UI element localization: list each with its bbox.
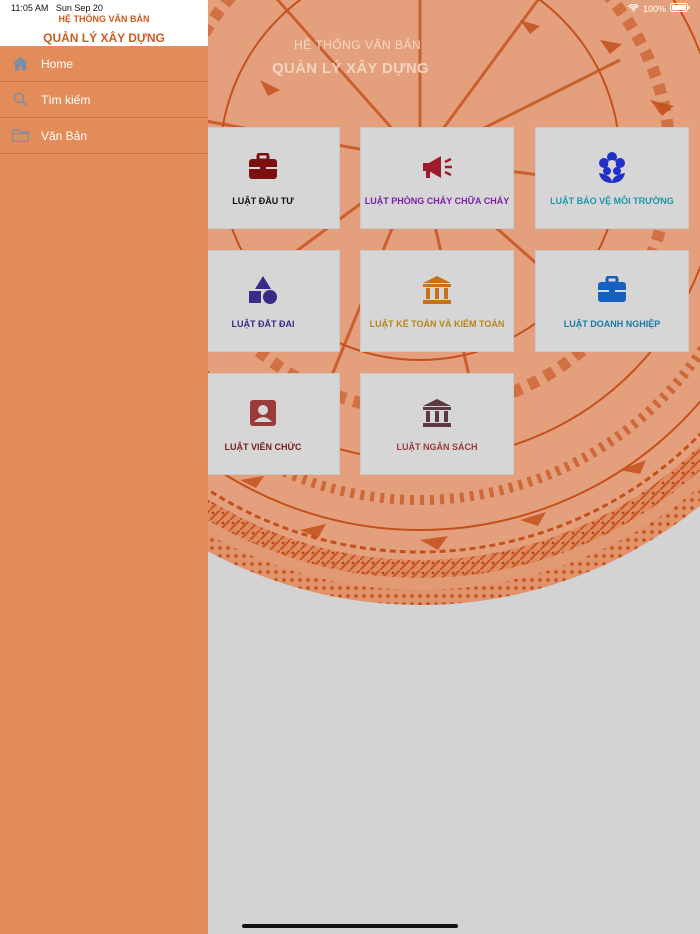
battery-icon	[670, 3, 690, 14]
drawer-subtitle: HỆ THỐNG VĂN BẢN	[58, 14, 150, 24]
tile-label: LUẬT VIÊN CHỨC	[224, 442, 302, 452]
menu-item-label: Home	[41, 56, 74, 71]
main-subtitle: HỆ THỐNG VĂN BẢN	[294, 38, 422, 52]
tile-label: LUẬT DOANH NGHIỆP	[563, 319, 661, 329]
search-icon	[11, 91, 29, 109]
status-bar-time: 11:05 AM Sun Sep 20	[11, 3, 103, 13]
bank-icon	[420, 396, 454, 430]
tile-luat-phong-chay[interactable]: LUẬT PHÒNG CHÁY CHỮA CHÁY	[360, 127, 514, 229]
briefcase-icon	[595, 273, 629, 307]
tile-luat-ke-toan[interactable]: LUẬT KẾ TOÁN VÀ KIỂM TOÁN	[360, 250, 514, 352]
battery-percent: 100%	[642, 3, 666, 14]
folder-icon	[11, 127, 29, 145]
status-bar-right: 100%	[628, 3, 690, 14]
briefcase-icon	[246, 150, 280, 184]
menu-item-home[interactable]: Home	[0, 46, 208, 82]
home-indicator[interactable]	[242, 924, 458, 928]
main-title: QUẢN LÝ XÂY DỰNG	[272, 60, 429, 77]
drawer-header: 11:05 AM Sun Sep 20 HỆ THỐNG VĂN BẢN QUẢ…	[0, 0, 208, 46]
tile-luat-dat-dai[interactable]: LUẬT ĐẤT ĐAI	[186, 250, 340, 352]
tile-label: LUẬT ĐẤT ĐAI	[231, 319, 295, 329]
menu-item-van-ban[interactable]: Văn Bản	[0, 118, 208, 154]
menu-item-search[interactable]: Tìm kiếm	[0, 82, 208, 118]
side-drawer: 11:05 AM Sun Sep 20 HỆ THỐNG VĂN BẢN QUẢ…	[0, 0, 208, 934]
tile-label: LUẬT ĐẦU TƯ	[232, 196, 294, 206]
tile-label: LUẬT PHÒNG CHÁY CHỮA CHÁY	[364, 196, 510, 206]
shapes-icon	[246, 273, 280, 307]
flower-icon	[595, 150, 629, 184]
wifi-icon	[628, 3, 639, 14]
tile-label: LUẬT KẾ TOÁN VÀ KIỂM TOÁN	[369, 319, 505, 329]
megaphone-icon	[420, 150, 454, 184]
tile-label: LUẬT BẢO VỆ MÔI TRƯỜNG	[550, 196, 674, 206]
drawer-title: QUẢN LÝ XÂY DỰNG	[43, 31, 165, 45]
tile-luat-bao-ve-moi-truong[interactable]: LUẬT BẢO VỆ MÔI TRƯỜNG	[535, 127, 689, 229]
tile-luat-doanh-nghiep[interactable]: LUẬT DOANH NGHIỆP	[535, 250, 689, 352]
tile-luat-vien-chuc[interactable]: LUẬT VIÊN CHỨC	[186, 373, 340, 475]
home-icon	[11, 55, 29, 73]
menu-item-label: Tìm kiếm	[41, 92, 91, 107]
tile-luat-dau-tu[interactable]: LUẬT ĐẦU TƯ	[186, 127, 340, 229]
tile-luat-ngan-sach[interactable]: LUẬT NGÂN SÁCH	[360, 373, 514, 475]
tile-label: LUẬT NGÂN SÁCH	[396, 442, 478, 452]
menu-item-label: Văn Bản	[41, 128, 88, 143]
bank-icon	[420, 273, 454, 307]
contact-card-icon	[246, 396, 280, 430]
